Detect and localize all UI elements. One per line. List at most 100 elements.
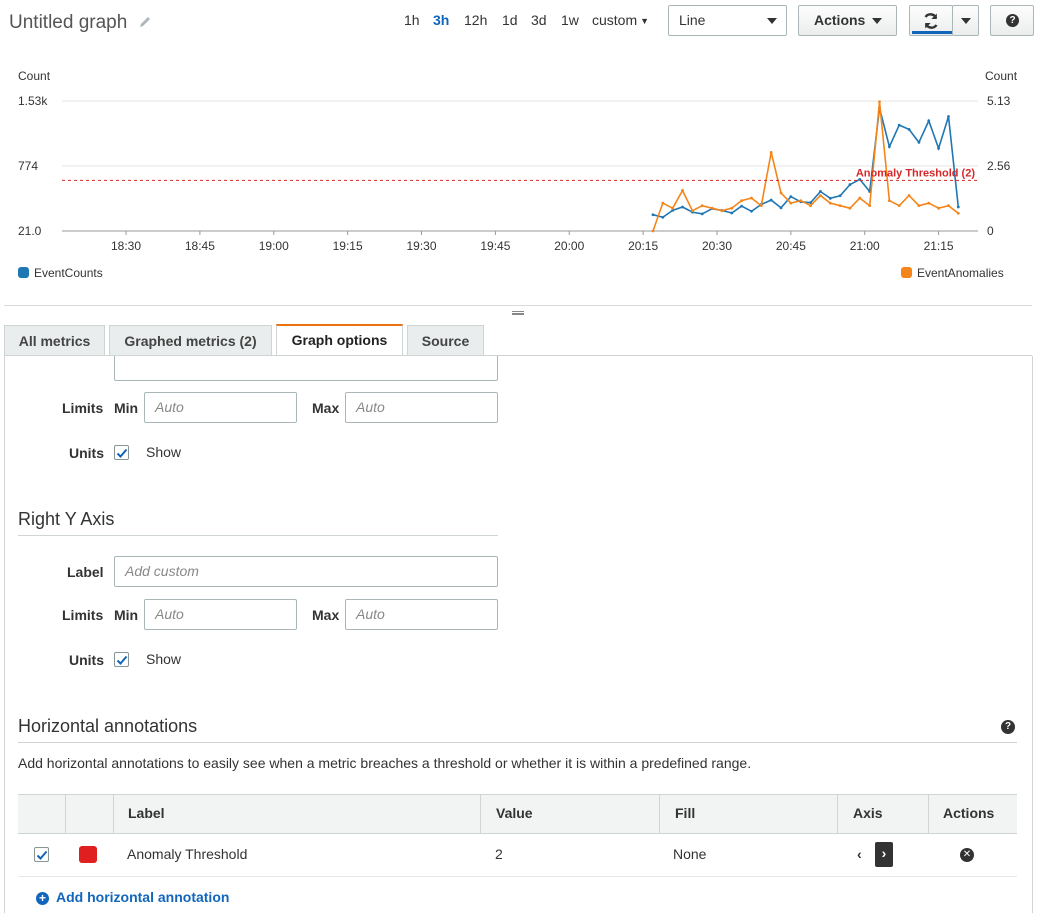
point-event-anomalies bbox=[759, 204, 763, 208]
point-event-counts bbox=[769, 198, 773, 202]
range-1w[interactable]: 1w bbox=[561, 12, 579, 28]
legend-swatch bbox=[901, 267, 912, 278]
legend-event-counts[interactable]: EventCounts bbox=[18, 266, 103, 280]
section-divider bbox=[18, 535, 498, 536]
point-event-anomalies bbox=[927, 201, 931, 205]
tab-all-metrics[interactable]: All metrics bbox=[4, 325, 105, 356]
point-event-counts bbox=[819, 190, 822, 193]
point-event-anomalies bbox=[671, 206, 675, 210]
threshold-label: Anomaly Threshold (2) bbox=[856, 167, 976, 179]
x-axis-tick-label: 18:45 bbox=[185, 239, 215, 253]
range-custom-label: custom bbox=[592, 12, 638, 28]
point-event-anomalies bbox=[878, 100, 881, 104]
point-event-anomalies bbox=[710, 206, 714, 210]
checkmark-icon bbox=[36, 850, 48, 860]
x-axis-tick-label: 21:15 bbox=[924, 239, 954, 253]
annotation-row-checkbox[interactable] bbox=[34, 847, 49, 862]
annotations-description: Add horizontal annotations to easily see… bbox=[18, 755, 752, 771]
help-icon[interactable]: ? bbox=[1001, 720, 1015, 734]
point-event-anomalies bbox=[937, 206, 941, 210]
x-axis-tick-label: 19:15 bbox=[333, 239, 363, 253]
refresh-options-button[interactable] bbox=[952, 5, 979, 36]
left-limits-label: Limits bbox=[62, 400, 104, 416]
axis-left-button[interactable]: ‹ bbox=[857, 846, 862, 862]
panel-border bbox=[1032, 356, 1033, 913]
right-max-input[interactable]: Auto bbox=[345, 599, 498, 630]
edit-pencil-icon[interactable] bbox=[138, 15, 152, 29]
point-event-anomalies bbox=[661, 201, 665, 205]
resize-handle[interactable] bbox=[512, 311, 524, 315]
chart-type-value: Line bbox=[679, 12, 706, 28]
left-units-show-label: Show bbox=[146, 444, 182, 460]
left-max-input[interactable]: Auto bbox=[345, 392, 498, 423]
legend-label: EventCounts bbox=[34, 266, 103, 280]
graph-title[interactable]: Untitled graph bbox=[9, 12, 127, 34]
column-header-label[interactable]: Label bbox=[128, 795, 165, 833]
point-event-counts bbox=[848, 183, 852, 186]
right-label-label: Label bbox=[67, 564, 104, 580]
annotation-color-swatch[interactable] bbox=[79, 846, 97, 863]
axis-right-button[interactable]: › bbox=[875, 842, 893, 867]
tab-source[interactable]: Source bbox=[407, 325, 484, 356]
right-label-input[interactable]: Add custom bbox=[114, 556, 498, 587]
point-event-counts bbox=[897, 123, 901, 127]
column-header-axis[interactable]: Axis bbox=[853, 795, 883, 833]
point-event-anomalies bbox=[897, 204, 901, 208]
left-min-input[interactable]: Auto bbox=[144, 392, 297, 423]
range-custom[interactable]: custom ▼ bbox=[592, 12, 649, 28]
remove-annotation-icon[interactable]: ✕ bbox=[960, 848, 974, 862]
right-axis-title: Right Y Axis bbox=[18, 509, 115, 529]
actions-button[interactable]: Actions bbox=[798, 5, 897, 36]
x-axis-tick-label: 20:30 bbox=[702, 239, 732, 253]
left-axis-tick: 21.0 bbox=[18, 224, 42, 238]
column-header-actions[interactable]: Actions bbox=[943, 795, 994, 833]
range-1d[interactable]: 1d bbox=[502, 12, 518, 28]
range-1h[interactable]: 1h bbox=[404, 12, 420, 28]
add-horizontal-annotation-link[interactable]: + Add horizontal annotation bbox=[36, 889, 229, 905]
range-12h[interactable]: 12h bbox=[464, 12, 487, 28]
range-3d[interactable]: 3d bbox=[531, 12, 547, 28]
help-button[interactable]: ? bbox=[990, 5, 1034, 36]
point-event-counts bbox=[887, 145, 891, 149]
row-divider bbox=[18, 876, 1017, 877]
point-event-anomalies bbox=[740, 199, 744, 202]
left-units-checkbox[interactable] bbox=[114, 445, 129, 460]
plus-icon: + bbox=[36, 892, 49, 905]
right-units-label: Units bbox=[69, 652, 104, 668]
right-min-input[interactable]: Auto bbox=[144, 599, 297, 630]
point-event-anomalies bbox=[681, 189, 684, 192]
tab-graphed-metrics[interactable]: Graphed metrics (2) bbox=[109, 325, 272, 356]
point-event-anomalies bbox=[947, 204, 950, 208]
point-event-counts bbox=[828, 196, 832, 200]
point-event-counts bbox=[661, 215, 665, 219]
x-axis-tick-label: 19:45 bbox=[480, 239, 510, 253]
column-header-fill[interactable]: Fill bbox=[675, 795, 695, 833]
chart-type-select[interactable]: Line bbox=[668, 5, 787, 36]
caret-down-icon bbox=[961, 18, 971, 24]
tab-graph-options[interactable]: Graph options bbox=[276, 324, 403, 356]
refresh-icon bbox=[924, 13, 938, 29]
column-header-value[interactable]: Value bbox=[496, 795, 533, 833]
point-event-anomalies bbox=[720, 209, 724, 213]
left-units-label: Units bbox=[69, 445, 104, 461]
point-event-counts bbox=[700, 212, 704, 216]
point-event-anomalies bbox=[779, 191, 783, 195]
right-units-checkbox[interactable] bbox=[114, 652, 129, 667]
point-event-anomalies bbox=[750, 196, 753, 200]
x-axis-tick-label: 20:00 bbox=[554, 239, 584, 253]
point-event-counts bbox=[651, 213, 655, 217]
right-units-show-label: Show bbox=[146, 651, 182, 667]
annotation-value: 2 bbox=[495, 846, 503, 862]
range-3h[interactable]: 3h bbox=[433, 12, 449, 28]
legend-swatch bbox=[18, 267, 29, 278]
point-event-anomalies bbox=[956, 211, 960, 215]
panel-border bbox=[4, 356, 5, 913]
legend-event-anomalies[interactable]: EventAnomalies bbox=[901, 266, 1004, 280]
point-event-anomalies bbox=[838, 204, 842, 208]
right-max-label: Max bbox=[312, 607, 340, 623]
left-axis-label-input[interactable] bbox=[114, 356, 498, 381]
point-event-anomalies bbox=[799, 199, 803, 202]
caret-down-icon bbox=[767, 18, 777, 24]
point-event-anomalies bbox=[730, 206, 734, 210]
point-event-anomalies bbox=[907, 194, 911, 197]
